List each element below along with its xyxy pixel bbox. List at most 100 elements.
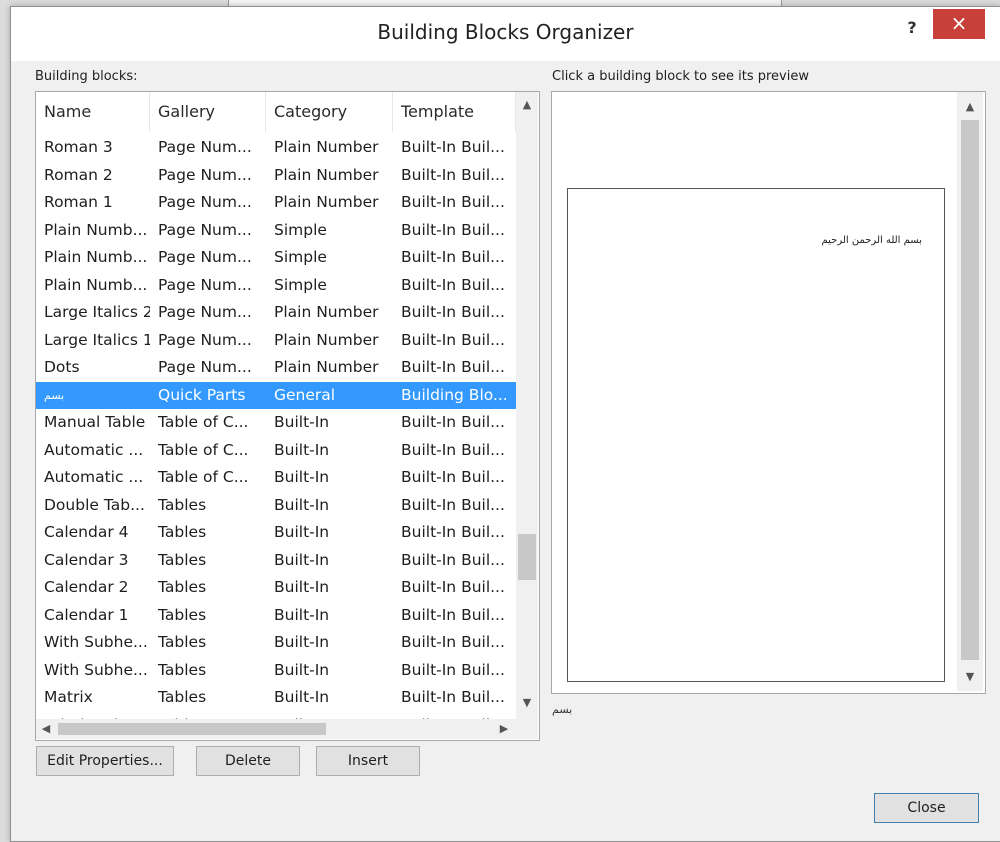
list-item[interactable]: Large Italics 2 Page Num... Plain Number Bu… xyxy=(36,299,516,326)
list-item-category: Plain Number xyxy=(274,303,379,321)
close-button[interactable]: Close xyxy=(874,793,979,823)
list-item-gallery: Table of C... xyxy=(158,468,249,486)
list-item-gallery: Table of C... xyxy=(158,413,249,431)
list-item-name: Plain Numb... xyxy=(44,220,148,239)
list-item-category: Built-In xyxy=(274,660,330,679)
list-item-template: Built-In Buil... xyxy=(401,165,505,184)
vertical-scroll-thumb[interactable] xyxy=(518,534,536,580)
list-item-gallery: Page Num... xyxy=(158,138,252,156)
list-item-gallery: Quick Parts xyxy=(158,385,246,404)
list-item[interactable]: Plain Numb... Page Num... Simple Built-In B… xyxy=(36,217,516,244)
building-blocks-list[interactable]: Name Gallery Category Template Roman 3 Pa… xyxy=(35,91,540,741)
list-item[interactable]: Large Italics 1 Page Num... Plain Number Bu… xyxy=(36,327,516,354)
list-item-name: Manual Table xyxy=(44,413,146,431)
preview-scroll-up-icon[interactable]: ▲ xyxy=(957,100,983,116)
list-item-name: Roman 2 xyxy=(44,165,113,184)
column-header-gallery[interactable]: Gallery xyxy=(150,92,266,132)
column-header-template[interactable]: Template xyxy=(393,92,516,132)
list-item[interactable]: Double Tab... Tables Built-In Built-In Buil… xyxy=(36,492,516,519)
list-item-name: Calendar 1 xyxy=(44,605,129,624)
list-item[interactable]: Plain Numb... Page Num... Simple Built-In B… xyxy=(36,272,516,299)
scroll-left-arrow-icon[interactable]: ◀ xyxy=(38,719,54,739)
list-item[interactable]: Calendar 3 Tables Built-In Built-In Buil... xyxy=(36,547,516,574)
scroll-down-arrow-icon[interactable]: ▼ xyxy=(516,696,538,714)
list-rows: Roman 3 Page Num... Plain Number Built-In B… xyxy=(36,134,516,719)
list-item-category: Plain Number xyxy=(274,193,379,211)
list-item-gallery: Tables xyxy=(158,688,207,706)
list-item[interactable]: Calendar 1 Tables Built-In Built-In Buil... xyxy=(36,602,516,629)
list-item-gallery: Table of C... xyxy=(158,440,249,459)
list-item[interactable]: Roman 1 Page Num... Plain Number Built-In B… xyxy=(36,189,516,216)
list-item[interactable]: Plain Numb... Page Num... Simple Built-In B… xyxy=(36,244,516,271)
list-item-category: Built-In xyxy=(274,605,330,624)
list-item[interactable]: Calendar 2 Tables Built-In Built-In Buil... xyxy=(36,574,516,601)
list-item[interactable]: With Subhe... Tables Built-In Built-In Buil… xyxy=(36,629,516,656)
list-item-name: Calendar 3 xyxy=(44,550,129,569)
close-window-button[interactable]: × xyxy=(933,9,985,39)
list-item-category: Built-In xyxy=(274,688,330,706)
list-item[interactable]: Roman 3 Page Num... Plain Number Built-In B… xyxy=(36,134,516,161)
title-bar: Building Blocks Organizer ? × xyxy=(11,7,1000,61)
list-item-category: Built-In xyxy=(274,413,330,431)
list-item-template: Built-In Buil... xyxy=(401,413,505,431)
list-item-name: Large Italics 1 xyxy=(44,330,150,349)
list-item-template: Built-In Buil... xyxy=(401,605,505,624)
list-item[interactable]: Roman 2 Page Num... Plain Number Built-In B… xyxy=(36,162,516,189)
preview-pane: بسم الله الرحمن الرحيم ▲ ▼ xyxy=(551,91,986,694)
horizontal-scrollbar[interactable]: ◀ ▶ xyxy=(36,719,516,739)
list-item[interactable]: Automatic ... Table of C... Built-In Built-… xyxy=(36,437,516,464)
list-item-name: Dots xyxy=(44,358,80,376)
list-item-category: Simple xyxy=(274,275,327,294)
list-item-gallery: Page Num... xyxy=(158,248,252,266)
list-item-category: Built-In xyxy=(274,550,330,569)
list-item-template: Built-In Buil... xyxy=(401,495,505,514)
list-item[interactable]: Dots Page Num... Plain Number Built-In Buil… xyxy=(36,354,516,381)
list-item-template: Built-In Buil... xyxy=(401,578,505,596)
list-item-template: Built-In Buil... xyxy=(401,550,505,569)
vertical-scrollbar[interactable]: ▲ ▼ xyxy=(516,92,538,719)
preview-scroll-down-icon[interactable]: ▼ xyxy=(957,670,983,686)
list-item[interactable]: Calendar 4 Tables Built-In Built-In Buil... xyxy=(36,519,516,546)
list-item-name: Calendar 2 xyxy=(44,578,129,596)
help-button[interactable]: ? xyxy=(899,15,925,41)
list-item[interactable]: Matrix Tables Built-In Built-In Buil... xyxy=(36,684,516,711)
list-item[interactable]: With Subhe... Tables Built-In Built-In Buil… xyxy=(36,657,516,684)
list-item-name: Large Italics 2 xyxy=(44,303,150,321)
list-item-gallery: Tables xyxy=(158,578,207,596)
list-item-gallery: Tables xyxy=(158,550,207,569)
scroll-up-arrow-icon[interactable]: ▲ xyxy=(516,98,538,116)
preview-scrollbar[interactable]: ▲ ▼ xyxy=(957,92,983,691)
list-item-template: Built-In Buil... xyxy=(401,358,505,376)
list-item-template: Built-In Buil... xyxy=(401,248,505,266)
list-item-gallery: Tables xyxy=(158,495,207,514)
list-item-template: Built-In Buil... xyxy=(401,138,505,156)
list-item-template: Built-In Buil... xyxy=(401,468,505,486)
list-item-name: Roman 3 xyxy=(44,138,113,156)
list-item-name: With Subhe... xyxy=(44,660,148,679)
list-header: Name Gallery Category Template xyxy=(36,92,516,132)
list-item-category: Built-In xyxy=(274,495,330,514)
list-item-name: With Subhe... xyxy=(44,633,148,651)
horizontal-scroll-thumb[interactable] xyxy=(58,723,326,735)
insert-button[interactable]: Insert xyxy=(316,746,420,776)
column-header-category[interactable]: Category xyxy=(266,92,393,132)
list-item-gallery: Page Num... xyxy=(158,303,252,321)
list-item-gallery: Page Num... xyxy=(158,220,252,239)
preview-scroll-thumb[interactable] xyxy=(961,120,979,660)
list-item-name: Automatic ... xyxy=(44,440,144,459)
list-item-category: Built-In xyxy=(274,440,330,459)
list-item-template: Building Blo... xyxy=(401,385,508,404)
list-item[interactable]: بسم Quick Parts General Building Blo... xyxy=(36,381,516,409)
edit-properties-button[interactable]: Edit Properties... xyxy=(36,746,174,776)
list-item[interactable]: Tabular ListTablesBuilt-InBuilt-In Buil.… xyxy=(36,712,516,720)
list-item[interactable]: Manual Table Table of C... Built-In Built-I… xyxy=(36,409,516,436)
list-item[interactable]: Automatic ... Table of C... Built-In Built-… xyxy=(36,464,516,491)
list-item-category: Built-In xyxy=(266,712,393,720)
delete-button[interactable]: Delete xyxy=(196,746,300,776)
list-item-name: Tabular List xyxy=(36,712,150,720)
list-item-name: Plain Numb... xyxy=(44,248,148,266)
scroll-right-arrow-icon[interactable]: ▶ xyxy=(496,719,512,739)
list-item-template: Built-In Buil... xyxy=(401,275,505,294)
list-item-template: Built-In Buil... xyxy=(401,660,505,679)
column-header-name[interactable]: Name xyxy=(36,92,150,132)
